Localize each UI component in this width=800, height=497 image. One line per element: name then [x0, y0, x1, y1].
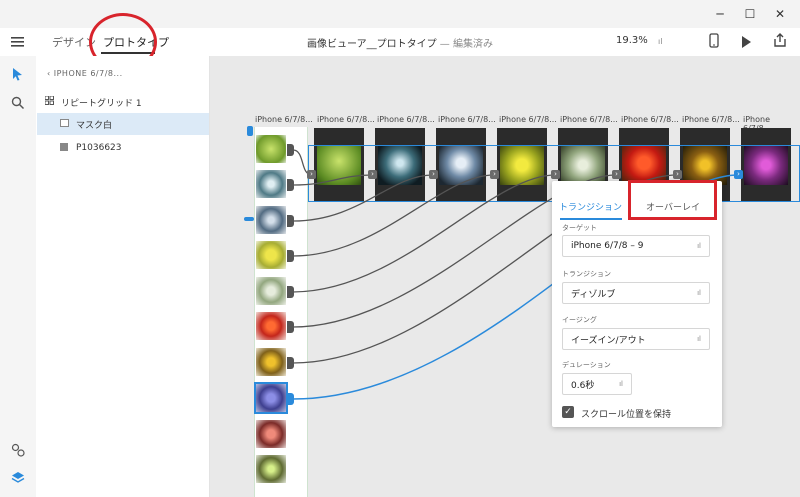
dropdown-caret-icon: ıl	[697, 335, 701, 343]
connector-handle[interactable]	[287, 357, 294, 369]
dropdown-caret-icon: ıl	[697, 242, 701, 250]
wire-target-arrow-icon: ›	[307, 170, 316, 179]
transition-dropdown[interactable]: ディゾルブ ıl	[562, 282, 710, 304]
keep-scroll-checkbox[interactable]: ✓	[562, 406, 574, 418]
wire-target-arrow-icon: ›	[734, 170, 743, 179]
target-label: ターゲット	[562, 224, 597, 232]
dropdown-caret-icon: ıl	[697, 289, 701, 297]
connector-handle[interactable]	[287, 179, 294, 191]
wire-target-arrow-icon: ›	[368, 170, 377, 179]
duration-label: デュレーション	[562, 361, 611, 369]
connector-handle[interactable]	[287, 250, 294, 262]
duration-stepper[interactable]: 0.6秒 ıl	[562, 373, 632, 395]
keep-scroll-label: スクロール位置を保持	[581, 410, 672, 420]
connector-handle-active[interactable]	[287, 393, 294, 405]
easing-value: イーズイン/アウト	[571, 335, 646, 346]
target-dropdown[interactable]: iPhone 6/7/8 – 9 ıl	[562, 235, 710, 257]
easing-label: イージング	[562, 316, 597, 324]
target-value: iPhone 6/7/8 – 9	[571, 241, 644, 251]
wire-target-arrow-icon: ›	[612, 170, 621, 179]
tab-transition[interactable]: トランジション	[553, 194, 628, 218]
duration-value: 0.6秒	[571, 380, 595, 391]
easing-dropdown[interactable]: イーズイン/アウト ıl	[562, 328, 710, 350]
active-tab-indicator	[560, 218, 622, 220]
transition-value: ディゾルブ	[571, 289, 616, 300]
connector-handle[interactable]	[287, 215, 294, 227]
wire-target-arrow-icon: ›	[673, 170, 682, 179]
connector-handle[interactable]	[287, 286, 294, 298]
stepper-caret-icon: ıl	[619, 380, 623, 388]
transition-label: トランジション	[562, 270, 611, 278]
wire-target-arrow-icon: ›	[551, 170, 560, 179]
wire-target-arrow-icon: ›	[429, 170, 438, 179]
connector-handle[interactable]	[287, 321, 294, 333]
wire-target-arrow-icon: ›	[490, 170, 499, 179]
connector-handle[interactable]	[287, 144, 294, 156]
annotation-red-box	[628, 180, 717, 220]
